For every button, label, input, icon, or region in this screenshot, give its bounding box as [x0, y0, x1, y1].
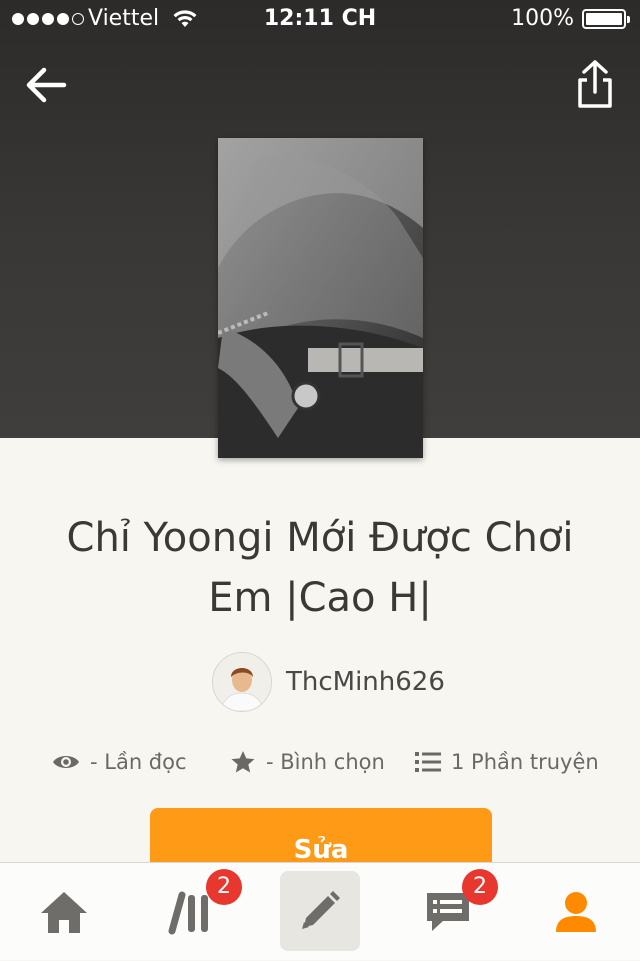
list-icon [415, 752, 441, 772]
home-icon [41, 892, 87, 933]
story-cover-image [218, 138, 423, 458]
star-icon [231, 751, 255, 773]
story-title: Chỉ Yoongi Mới Được Chơi Em |Cao H| [20, 508, 620, 628]
avatar [212, 652, 272, 712]
share-icon [578, 60, 612, 108]
library-badge: 2 [206, 869, 242, 905]
tab-write[interactable] [280, 871, 360, 951]
tab-library[interactable]: 2 [152, 863, 242, 961]
author-link[interactable]: ThcMinh626 [212, 652, 445, 712]
status-bar: Viettel 12:11 CH 100% [0, 0, 640, 40]
bottom-tab-bar: 2 2 [0, 862, 640, 960]
story-title-line-2: Em |Cao H| [208, 575, 432, 621]
battery-icon [582, 9, 630, 29]
parts-stat: 1 Phần truyện [415, 742, 599, 782]
share-button[interactable] [572, 58, 618, 112]
tab-profile[interactable] [536, 863, 616, 961]
back-arrow-icon [26, 67, 67, 103]
tab-home[interactable] [24, 863, 104, 961]
reads-stat: - Lần đọc [52, 742, 187, 782]
reads-label: - Lần đọc [90, 750, 187, 774]
votes-label: - Bình chọn [266, 750, 385, 774]
story-title-line-1: Chỉ Yoongi Mới Được Chơi [66, 515, 574, 561]
profile-icon [556, 892, 596, 932]
messages-badge: 2 [462, 869, 498, 905]
tab-messages[interactable]: 2 [408, 863, 498, 961]
cover-photo [218, 138, 423, 458]
votes-stat: - Bình chọn [230, 742, 385, 782]
battery-percentage: 100% [511, 6, 574, 31]
author-name: ThcMinh626 [286, 667, 445, 697]
parts-label: 1 Phần truyện [451, 750, 599, 774]
pencil-icon [302, 891, 340, 929]
eye-icon [53, 756, 79, 768]
story-stats: - Lần đọc - Bình chọn 1 Phần truyện [0, 742, 640, 782]
back-button[interactable] [22, 62, 70, 108]
